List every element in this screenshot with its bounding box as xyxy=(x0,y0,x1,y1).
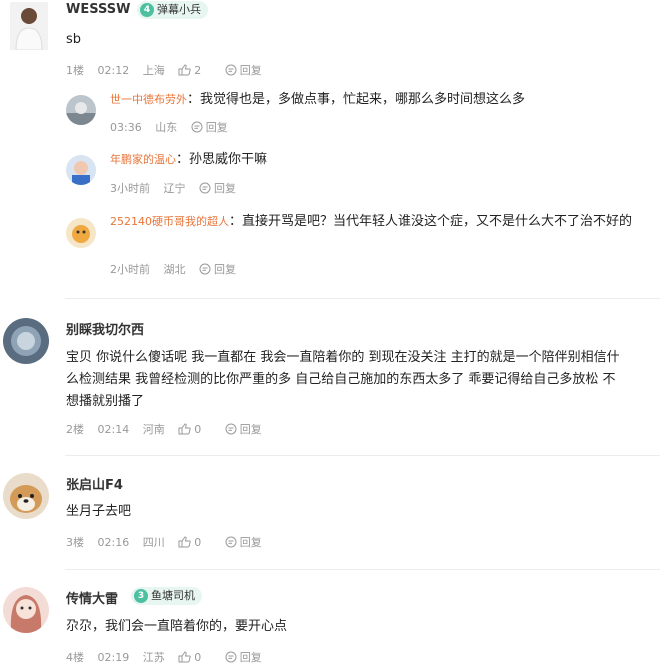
reply-username[interactable]: 年鹏家的温心 xyxy=(110,153,176,166)
comment-location: 四川 xyxy=(142,536,165,549)
comment-meta: 1楼 02:12 上海 2 回复 xyxy=(66,62,282,78)
like-count: 0 xyxy=(194,423,202,436)
badge-level-icon: 4 xyxy=(140,3,154,17)
avatar[interactable] xyxy=(3,473,49,519)
reply-button[interactable]: 回复 xyxy=(199,263,246,276)
comment-3: 张启山F4 坐月子去吧 3楼 02:16 四川 0 回复 xyxy=(0,457,660,569)
divider xyxy=(65,298,660,299)
reply-text: 世一中德布劳外：我觉得也是，多做点事，忙起来，哪那么多时间想这么多 xyxy=(110,92,526,107)
like-button[interactable]: 0 xyxy=(178,536,211,549)
badge-label: 弹幕小兵 xyxy=(157,3,201,16)
avatar[interactable] xyxy=(3,587,49,633)
thumbs-up-icon xyxy=(178,536,191,548)
user-badge: 4 弹幕小兵 xyxy=(137,1,208,19)
reply-avatar[interactable] xyxy=(66,155,96,185)
thumbs-up-icon xyxy=(178,64,191,76)
reply-icon xyxy=(225,64,237,76)
reply-username[interactable]: 252140硬币哥我的超人 xyxy=(110,215,229,228)
reply-button[interactable]: 回复 xyxy=(199,182,246,195)
comment-time: 02:16 xyxy=(97,536,130,549)
floor-number: 4楼 xyxy=(66,651,84,664)
avatar[interactable] xyxy=(10,2,48,50)
comment-4: 传情大雷 3 鱼塘司机 尕尕，我们会一直陪着你的，要开心点 4楼 02:19 江… xyxy=(0,571,660,664)
floor-number: 2楼 xyxy=(66,423,84,436)
reply-text: 252140硬币哥我的超人：直接开骂是吧？当代年轻人谁没这个症，又不是什么大不了… xyxy=(110,214,633,229)
badge-label: 鱼塘司机 xyxy=(151,589,195,602)
comment-1: WESSSW 4 弹幕小兵 sb 1楼 02:12 上海 2 回复 世一中德布劳… xyxy=(0,0,660,300)
reply-meta: 3小时前 辽宁 回复 xyxy=(110,180,256,196)
like-count: 0 xyxy=(194,536,202,549)
divider xyxy=(65,455,660,456)
thumbs-up-icon xyxy=(178,423,191,435)
floor-number: 3楼 xyxy=(66,536,84,549)
reply-avatar[interactable] xyxy=(66,218,96,248)
divider xyxy=(65,569,660,570)
like-button[interactable]: 0 xyxy=(178,423,211,436)
reply-meta: 2小时前 湖北 回复 xyxy=(110,261,256,277)
reply-username[interactable]: 世一中德布劳外 xyxy=(110,93,187,106)
floor-number: 1楼 xyxy=(66,64,84,77)
comment-2: 别睬我切尔西 宝贝 你说什么傻话呢 我一直都在 我会一直陪着你的 到现在没关注 … xyxy=(0,300,660,455)
reply-button[interactable]: 回复 xyxy=(225,651,272,664)
username[interactable]: 张启山F4 xyxy=(66,474,123,493)
reply-meta: 03:36 山东 回复 xyxy=(110,119,248,135)
reply-avatar[interactable] xyxy=(66,95,96,125)
reply-icon xyxy=(225,536,237,548)
avatar[interactable] xyxy=(3,318,49,364)
thumbs-up-icon xyxy=(178,651,191,663)
username[interactable]: WESSSW xyxy=(66,2,130,17)
user-badge: 3 鱼塘司机 xyxy=(131,587,202,605)
like-button[interactable]: 0 xyxy=(178,651,211,664)
reply-button[interactable]: 回复 xyxy=(225,64,272,77)
reply-icon xyxy=(191,121,203,133)
like-count: 2 xyxy=(194,64,202,77)
badge-level-icon: 3 xyxy=(134,589,148,603)
comment-text: 尕尕，我们会一直陪着你的，要开心点 xyxy=(66,619,288,634)
comment-meta: 2楼 02:14 河南 0 回复 xyxy=(66,421,282,437)
reply-icon xyxy=(199,263,211,275)
comment-meta: 3楼 02:16 四川 0 回复 xyxy=(66,534,282,550)
reply-icon xyxy=(225,423,237,435)
comment-text: sb xyxy=(66,32,82,47)
like-button[interactable]: 2 xyxy=(178,64,211,77)
comment-location: 江苏 xyxy=(142,651,165,664)
reply-icon xyxy=(225,651,237,663)
comment-time: 02:14 xyxy=(97,423,130,436)
comment-text: 坐月子去吧 xyxy=(66,504,132,519)
reply-text: 年鹏家的温心：孙思威你干嘛 xyxy=(110,152,268,167)
username[interactable]: 传情大雷 xyxy=(66,588,118,607)
comment-text: 宝贝 你说什么傻话呢 我一直都在 我会一直陪着你的 到现在没关注 主打的就是一个… xyxy=(66,350,620,409)
reply-button[interactable]: 回复 xyxy=(225,423,272,436)
reply-icon xyxy=(199,182,211,194)
comment-time: 02:19 xyxy=(97,651,130,664)
comment-time: 02:12 xyxy=(97,64,130,77)
comment-location: 河南 xyxy=(142,423,165,436)
comment-location: 上海 xyxy=(142,64,165,77)
like-count: 0 xyxy=(194,651,202,664)
reply-button[interactable]: 回复 xyxy=(225,536,272,549)
reply-button[interactable]: 回复 xyxy=(191,121,238,134)
username[interactable]: 别睬我切尔西 xyxy=(66,319,144,338)
